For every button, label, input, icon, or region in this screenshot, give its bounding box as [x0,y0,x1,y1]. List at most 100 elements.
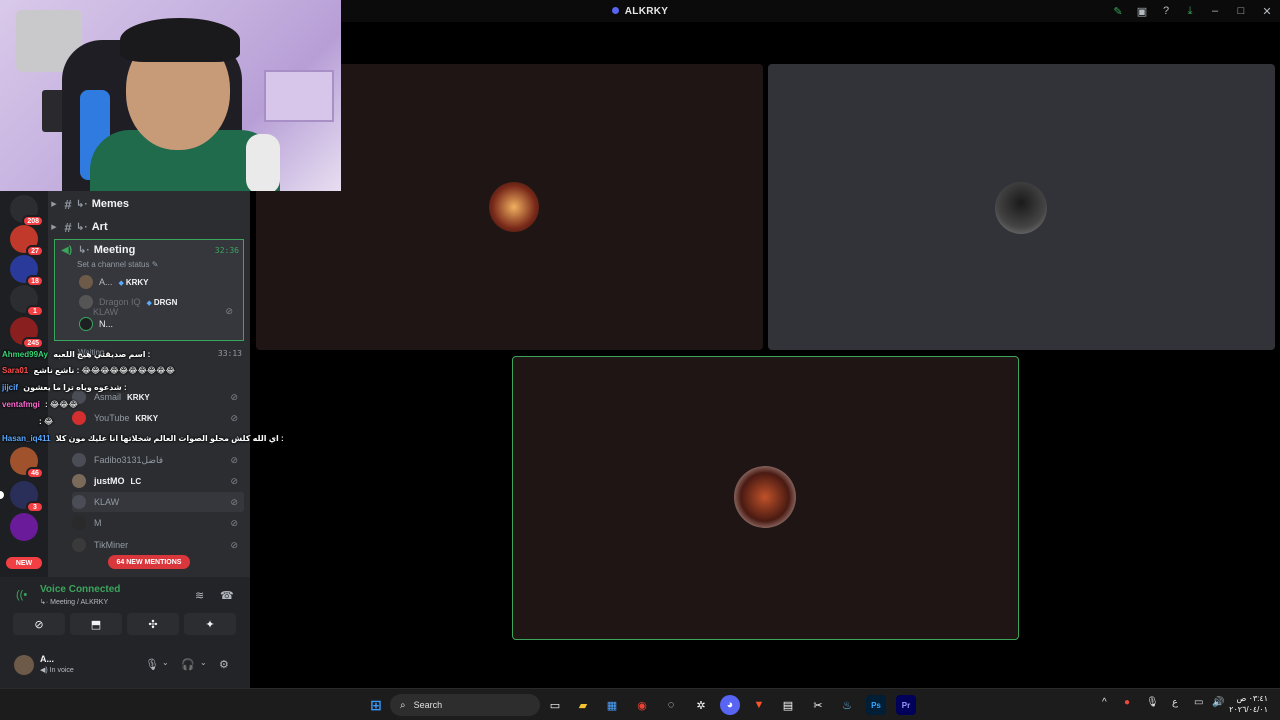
user-area: A... ◀) In voice 🎙 ⌄ 🎧 ⌄ ⚙ [0,649,250,679]
file-explorer-icon[interactable]: ▰ [573,695,593,715]
server-icon[interactable]: 208 [10,195,44,227]
server-icon[interactable]: 3 [0,481,44,513]
signal-icon[interactable]: ((• [16,589,27,601]
headphones-icon[interactable]: 🎧 [181,658,195,671]
chrome-icon[interactable]: ◉ [632,695,652,715]
steam-client-icon[interactable]: ♨ [837,695,857,715]
nitro-leaf-icon[interactable]: ✎ [1106,0,1130,22]
voice-user[interactable]: TikMiner ⊘ [72,535,244,555]
language-icon[interactable]: ع [1172,697,1178,708]
avatar [79,295,93,309]
network-icon[interactable]: ▭ [1194,697,1203,708]
voice-channel-path[interactable]: ↳· Meeting / ALKRKY [40,598,108,606]
discord-icon[interactable]: ◕ [720,695,740,715]
photoshop-icon[interactable]: Ps [866,695,886,715]
chat-username: ventafmgi [2,400,40,409]
capcut-icon[interactable]: ✂ [808,695,828,715]
taskbar-clock[interactable]: ٠٣:٤١ ص ٢٠٢٦/٠٤/٠١ [1218,693,1268,715]
voice-channel-icon: ◀) [61,244,73,256]
chat-username: Sara01 [2,366,29,375]
chat-text: اي الله كلش محلو الصوات العالم شخلاتها ا… [55,434,284,443]
search-icon: ⌕ [400,699,406,711]
screen-share-button[interactable]: ⬒ [70,613,122,635]
tray-app-icon[interactable]: ● [1124,697,1130,708]
chevron-down-icon[interactable]: ⌄ [200,658,207,667]
minimize-button[interactable]: – [1202,0,1228,22]
mute-icon: ⊘ [230,391,238,402]
server-icon[interactable]: 245 [10,317,44,349]
avatar [79,275,93,289]
voice-user[interactable]: A... KRKY [79,272,149,292]
chat-username: Hasan_iq411 [2,434,51,443]
tray-overflow-icon[interactable]: ^ [1102,697,1107,708]
voice-user-name: N... [99,319,114,329]
server-icon[interactable]: 46 [10,447,44,479]
server-icon[interactable] [10,513,38,541]
server-tag: DRGN [147,298,178,307]
soundboard-button[interactable]: ✦ [184,613,236,635]
store-icon[interactable]: ▦ [602,695,622,715]
voice-user-name: TikMiner [94,540,129,550]
chat-message: Ahmed99Ay اسم صديقتي هيج اللعبه : [2,350,150,364]
noise-suppression-icon[interactable]: ≋ [195,589,204,602]
shelf-display [264,70,334,122]
server-tag: KRKY [135,413,159,423]
voice-timer: 32:36 [214,246,239,255]
premiere-icon[interactable]: Pr [896,695,916,715]
voice-user[interactable]: KLAW ⊘ [72,492,244,512]
channel-status[interactable]: Set a channel status ✎ [77,260,158,269]
server-badge: 46 [26,467,44,479]
activities-button[interactable]: ✣ [127,613,179,635]
tray-mic-icon[interactable]: 🎙 [1146,697,1159,708]
maximize-button[interactable]: □ [1228,0,1254,22]
disconnect-icon[interactable]: ☎ [220,589,234,602]
server-badge: 3 [26,501,44,513]
channel-art[interactable]: ▶ # ↳· Art [48,216,250,238]
new-servers-badge[interactable]: NEW [6,557,42,569]
steam-icon[interactable]: ✲ [691,695,711,715]
participant-tile[interactable] [768,64,1275,350]
windows-start-icon[interactable]: ⊞ [366,695,386,715]
gear-icon[interactable]: ⚙ [219,658,229,671]
voice-channel-meeting[interactable]: ◀) ↳· Meeting 32:36 Set a channel status… [54,239,244,341]
inbox-icon[interactable]: ▣ [1130,0,1154,22]
activities-icon: ✣ [148,618,158,631]
microphone-icon[interactable]: 🎙 [145,658,159,671]
voice-user-name: KLAW [94,497,120,507]
participant-tile-speaking[interactable] [512,356,1019,640]
user-name[interactable]: A... [40,654,54,664]
caret-right-icon: ▶ [51,224,57,231]
server-icon[interactable]: 1 [10,285,44,317]
taskbar-search[interactable]: ⌕ Search [390,694,540,716]
notepad-icon[interactable]: ▤ [778,695,798,715]
channel-memes[interactable]: ▶ # ↳· Memes [48,193,250,215]
close-button[interactable]: ✕ [1254,0,1280,22]
voice-user[interactable]: Fadibo3131فاضل ⊘ [72,450,244,470]
server-tag: KRKY [127,392,150,402]
voice-user[interactable]: justMO LC ⊘ [72,471,244,491]
camera-off-button[interactable]: ⊘ [13,613,65,635]
server-tag: LC [130,476,142,486]
avatar [72,474,86,488]
deafened-icon: ⊘ [225,306,233,316]
streamer-webcam [0,0,341,191]
server-icon[interactable]: 27 [10,225,44,257]
brave-icon[interactable]: ▼ [749,695,769,715]
server-icon[interactable]: 18 [10,255,44,287]
chevron-down-icon[interactable]: ⌄ [162,658,169,667]
voice-user-name: A... [99,277,113,287]
app-icon[interactable]: ◌ [661,695,681,715]
task-view-icon[interactable]: ▭ [545,695,565,715]
voice-status[interactable]: Voice Connected [40,584,120,595]
new-mentions-pill[interactable]: 64 NEW MENTIONS [108,555,190,569]
download-icon[interactable]: ⤓ [1178,0,1202,22]
screen-share-icon: ⬒ [90,618,102,631]
voice-user[interactable]: YouTube KRKY ⊘ [72,408,244,428]
avatar[interactable] [14,655,34,675]
voice-user[interactable]: M ⊘ [72,513,244,533]
clock-date: ٢٠٢٦/٠٤/٠١ [1229,705,1268,714]
avatar [72,516,86,530]
help-icon[interactable]: ? [1154,0,1178,22]
mute-icon: ⊘ [230,539,238,550]
voice-user[interactable]: N... [79,314,113,334]
